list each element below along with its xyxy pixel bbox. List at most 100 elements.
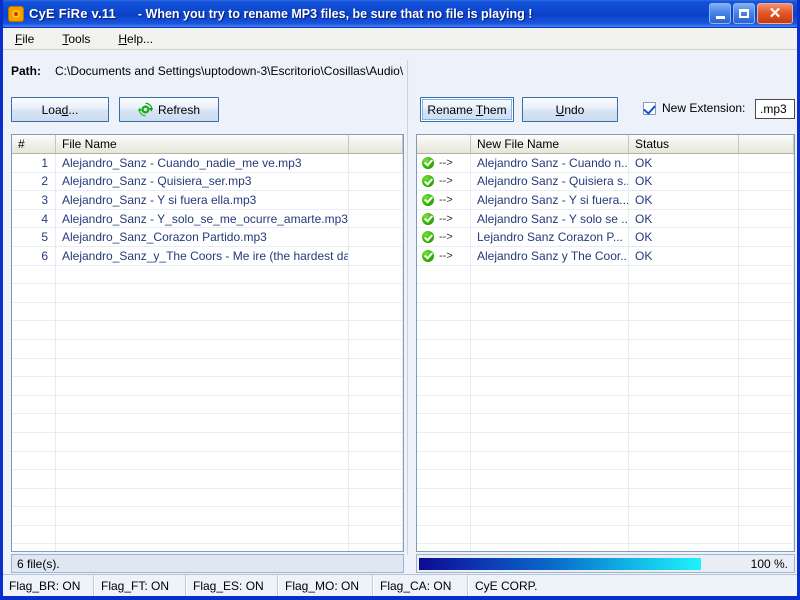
empty-cell — [349, 451, 403, 470]
arrow-glyph: --> — [439, 193, 453, 206]
row-status: OK — [629, 228, 739, 246]
empty-cell — [471, 377, 629, 395]
empty-cell — [417, 284, 471, 302]
empty-cell — [629, 321, 739, 339]
table-row[interactable]: 3 Alejandro_Sanz - Y si fuera ella.mp3 — [12, 191, 403, 210]
new-extension-input[interactable] — [755, 99, 795, 119]
refresh-icon — [137, 102, 153, 117]
table-row[interactable]: 1 Alejandro_Sanz - Cuando_nadie_me ve.mp3 — [12, 154, 403, 173]
target-list-header: New File Name Status — [417, 135, 794, 154]
empty-cell — [739, 544, 794, 551]
rename-them-button[interactable]: Rename Them — [420, 97, 514, 122]
empty-cell — [471, 395, 629, 414]
row-extra — [349, 246, 403, 265]
empty-cell — [12, 265, 56, 284]
row-number: 5 — [12, 228, 56, 246]
empty-row — [12, 414, 403, 433]
empty-cell — [56, 302, 349, 321]
empty-cell — [56, 451, 349, 470]
empty-row — [417, 507, 794, 526]
empty-row — [12, 265, 403, 285]
empty-row — [12, 395, 403, 415]
empty-row — [417, 451, 794, 471]
empty-row — [12, 470, 403, 489]
target-file-list[interactable]: New File Name Status --> Alejandro Sanz -… — [416, 134, 795, 552]
table-row[interactable]: --> Lejandro Sanz Corazon P... OK — [417, 228, 794, 247]
status-bar-panel: Flag_FT: ON — [95, 575, 187, 596]
empty-cell — [739, 432, 794, 451]
row-new-file-name: Alejandro Sanz - Cuando n... — [471, 154, 629, 172]
table-row[interactable]: 2 Alejandro_Sanz - Quisiera_ser.mp3 — [12, 172, 403, 192]
empty-row — [417, 414, 794, 433]
row-file-name: Alejandro_Sanz - Quisiera_ser.mp3 — [56, 172, 349, 191]
table-row[interactable]: 5 Alejandro_Sanz_Corazon Partido.mp3 — [12, 228, 403, 247]
empty-cell — [417, 451, 471, 470]
empty-cell — [417, 470, 471, 488]
file-count-label: 6 file(s). — [17, 556, 60, 571]
load-button[interactable]: Load... — [11, 97, 109, 122]
column-header-status[interactable]: Status — [629, 135, 739, 153]
empty-cell — [739, 302, 794, 321]
empty-cell — [471, 470, 629, 488]
empty-cell — [471, 284, 629, 302]
maximize-button[interactable] — [733, 3, 755, 24]
empty-cell — [417, 302, 471, 321]
arrow-glyph: --> — [439, 249, 453, 262]
empty-row — [417, 302, 794, 322]
undo-button[interactable]: Undo — [522, 97, 618, 122]
empty-cell — [349, 414, 403, 432]
empty-cell — [56, 414, 349, 432]
table-row[interactable]: 4 Alejandro_Sanz - Y_solo_se_me_ocurre_am… — [12, 209, 403, 229]
row-new-file-name: Alejandro Sanz - Y si fuera... — [471, 191, 629, 209]
empty-cell — [349, 525, 403, 544]
column-header-right-extra[interactable] — [739, 135, 794, 153]
column-header-extra[interactable] — [349, 135, 403, 153]
path-label: Path: — [11, 64, 41, 78]
status-bar-panel: Flag_ES: ON — [187, 575, 279, 596]
progress-percent-label: 100 %. — [750, 556, 788, 571]
empty-cell — [56, 358, 349, 377]
empty-cell — [471, 358, 629, 377]
minimize-button[interactable] — [709, 3, 731, 24]
table-row[interactable]: --> Alejandro Sanz - Y solo se ... OK — [417, 209, 794, 229]
empty-cell — [349, 507, 403, 525]
menu-item-help[interactable]: Help... — [112, 30, 165, 48]
row-number: 3 — [12, 191, 56, 209]
close-button[interactable]: ✕ — [757, 3, 793, 24]
empty-cell — [349, 395, 403, 414]
row-right-extra — [739, 228, 794, 246]
refresh-button[interactable]: Refresh — [119, 97, 219, 122]
source-file-list[interactable]: # File Name 1 Alejandro_Sanz - Cuando_nad… — [11, 134, 404, 552]
column-header-number[interactable]: # — [12, 135, 56, 153]
row-right-extra — [739, 154, 794, 172]
row-file-name: Alejandro_Sanz - Y si fuera ella.mp3 — [56, 191, 349, 209]
menu-bar: File Tools Help... — [3, 28, 797, 50]
progress-bar-fill — [419, 557, 701, 570]
table-row[interactable]: 6 Alejandro_Sanz_y_The Coors - Me ire (th… — [12, 246, 403, 266]
file-count-bar: 6 file(s). — [11, 554, 404, 573]
menu-item-file[interactable]: File — [9, 30, 46, 48]
window-controls: ✕ — [709, 3, 795, 24]
empty-cell — [56, 470, 349, 488]
empty-row — [417, 321, 794, 340]
row-status: OK — [629, 246, 739, 265]
table-row[interactable]: --> Alejandro Sanz - Y si fuera... OK — [417, 191, 794, 210]
table-row[interactable]: --> Alejandro Sanz y The Coor... OK — [417, 246, 794, 266]
menu-item-tools[interactable]: Tools — [56, 30, 102, 48]
empty-cell — [739, 470, 794, 488]
empty-cell — [349, 339, 403, 358]
table-row[interactable]: --> Alejandro Sanz - Cuando n... OK — [417, 154, 794, 173]
column-header-status-icon[interactable] — [417, 135, 471, 153]
new-extension-checkbox[interactable] — [643, 101, 656, 115]
green-check-icon — [422, 249, 434, 262]
green-check-icon — [422, 231, 434, 244]
table-row[interactable]: --> Alejandro Sanz - Quisiera s... OK — [417, 172, 794, 192]
column-header-new-file-name[interactable]: New File Name — [471, 135, 629, 153]
empty-row — [12, 507, 403, 526]
empty-cell — [739, 507, 794, 525]
empty-cell — [629, 284, 739, 302]
empty-cell — [56, 265, 349, 284]
empty-cell — [417, 432, 471, 451]
empty-row — [12, 284, 403, 303]
column-header-file-name[interactable]: File Name — [56, 135, 349, 153]
